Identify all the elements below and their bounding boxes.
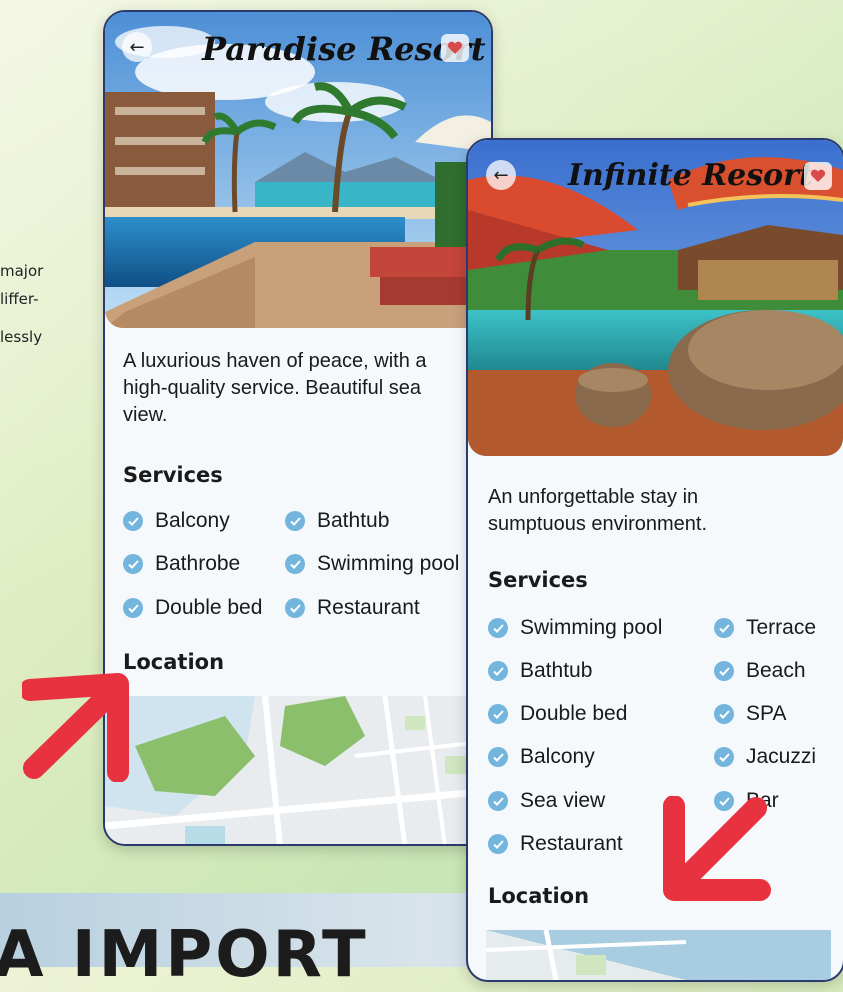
location-heading: Location bbox=[488, 884, 590, 908]
service-item: Double bed bbox=[123, 596, 262, 620]
hero-image: ← Infinite Resort bbox=[468, 140, 843, 456]
pointer-arrow-icon bbox=[22, 673, 129, 782]
check-icon bbox=[714, 747, 734, 767]
bottom-heading: A IMPORT bbox=[0, 918, 369, 992]
check-icon bbox=[714, 661, 734, 681]
back-button[interactable]: ← bbox=[122, 32, 152, 62]
check-icon bbox=[488, 704, 508, 724]
heart-icon bbox=[810, 169, 826, 182]
service-item: Restaurant bbox=[285, 596, 420, 620]
background-text-line: liffer- bbox=[0, 290, 39, 308]
service-item: Bathtub bbox=[285, 509, 389, 533]
resort-description: An unforgettable stay in sumptuous envir… bbox=[488, 486, 708, 535]
check-icon bbox=[714, 704, 734, 724]
service-item: Swimming pool bbox=[488, 616, 662, 640]
service-item: Bathtub bbox=[488, 659, 592, 683]
favorite-button[interactable] bbox=[804, 162, 832, 190]
check-icon bbox=[488, 834, 508, 854]
check-icon bbox=[488, 618, 508, 638]
check-icon bbox=[488, 747, 508, 767]
arrow-left-icon: ← bbox=[129, 36, 145, 58]
resort-title: Infinite Resort bbox=[568, 158, 813, 193]
favorite-button[interactable] bbox=[441, 34, 469, 62]
arrow-left-icon: ← bbox=[493, 164, 509, 186]
service-item: Sea view bbox=[488, 789, 605, 813]
service-item: Restaurant bbox=[488, 832, 623, 856]
service-item: Jacuzzi bbox=[714, 745, 816, 769]
hero-image: ← Paradise Resort bbox=[105, 12, 491, 328]
service-item: Balcony bbox=[488, 745, 595, 769]
check-icon bbox=[285, 554, 305, 574]
services-heading: Services bbox=[488, 568, 588, 592]
service-item: Swimming pool bbox=[285, 552, 459, 576]
service-item: SPA bbox=[714, 702, 786, 726]
check-icon bbox=[488, 791, 508, 811]
check-icon bbox=[488, 661, 508, 681]
check-icon bbox=[123, 511, 143, 531]
services-heading: Services bbox=[123, 463, 223, 487]
heart-icon bbox=[447, 41, 463, 54]
check-icon bbox=[714, 618, 734, 638]
location-heading: Location bbox=[123, 650, 225, 674]
background-text-line: major bbox=[0, 262, 44, 280]
background-text-line: lessly bbox=[0, 328, 43, 346]
service-item: Terrace bbox=[714, 616, 816, 640]
location-map[interactable] bbox=[486, 930, 831, 980]
check-icon bbox=[285, 598, 305, 618]
pointer-arrow-icon bbox=[663, 796, 771, 901]
back-button[interactable]: ← bbox=[486, 160, 516, 190]
location-map[interactable] bbox=[105, 696, 491, 844]
service-item: Balcony bbox=[123, 509, 230, 533]
service-item: Double bed bbox=[488, 702, 627, 726]
resort-screen-infinite: ← Infinite Resort An unforgettable stay … bbox=[466, 138, 843, 982]
check-icon bbox=[285, 511, 305, 531]
resort-description: A luxurious haven of peace, with a high-… bbox=[123, 350, 427, 426]
service-item: Beach bbox=[714, 659, 806, 683]
service-item: Bathrobe bbox=[123, 552, 240, 576]
check-icon bbox=[123, 598, 143, 618]
check-icon bbox=[123, 554, 143, 574]
resort-screen-paradise: ← Paradise Resort A luxurious haven of p… bbox=[103, 10, 493, 846]
